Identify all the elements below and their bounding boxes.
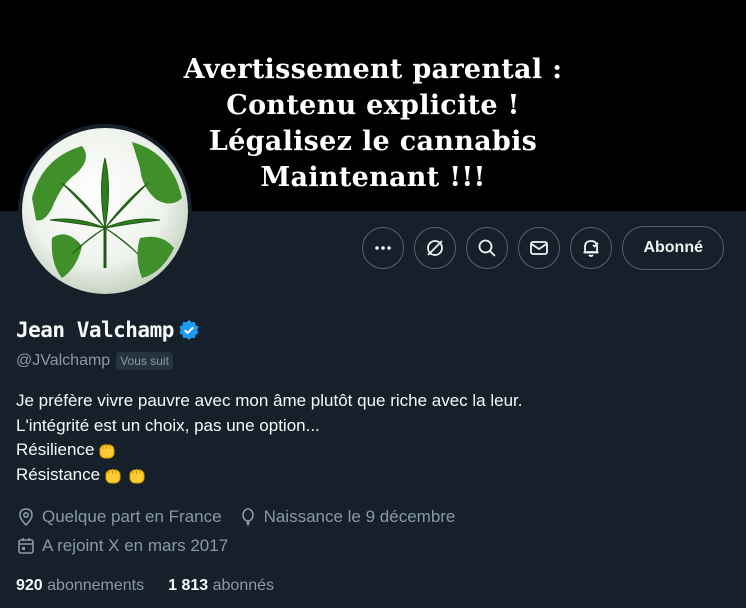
location-pin-icon — [19, 508, 33, 527]
more-button[interactable] — [362, 227, 405, 269]
search-button[interactable] — [466, 227, 509, 269]
bio-line: L'intégrité est un choix, pas une option… — [16, 414, 523, 439]
following-button[interactable]: Abonné — [622, 226, 724, 270]
bio-line: Je préfère vivre pauvre avec mon âme plu… — [16, 389, 523, 414]
follow-stats: 920 abonnements 1 813 abonnés — [16, 577, 298, 595]
profile-meta-row: A rejoint X en mars 2017 — [16, 536, 244, 556]
banner-line: Avertissement parental : — [183, 54, 563, 85]
birthday-text: Naissance le 9 décembre — [263, 507, 456, 526]
following-link[interactable]: 920 abonnements — [16, 577, 144, 595]
raised-fist-icon — [105, 468, 121, 484]
display-name: Jean Valchamp — [16, 318, 174, 342]
verified-badge-icon[interactable] — [178, 319, 200, 341]
message-button[interactable] — [518, 227, 561, 269]
bio-text: L'intégrité est un choix, pas une option… — [16, 415, 320, 435]
notification-button[interactable] — [570, 227, 613, 269]
following-label: abonnements — [47, 577, 145, 594]
calendar-icon — [18, 538, 34, 554]
birthday: Naissance le 9 décembre — [238, 507, 456, 527]
bio-line: Résistance — [16, 463, 523, 488]
followers-link[interactable]: 1 813 abonnés — [168, 577, 274, 595]
more-icon — [375, 246, 392, 250]
joined-text: A rejoint X en mars 2017 — [42, 536, 229, 555]
balloon-icon — [241, 508, 254, 526]
profile-name-row: Jean Valchamp — [16, 318, 200, 342]
followers-count: 1 813 — [168, 577, 209, 594]
location: Quelque part en France — [16, 507, 222, 527]
profile-bio: Je préfère vivre pauvre avec mon âme plu… — [16, 389, 523, 487]
notification-bell-icon — [583, 240, 600, 257]
raised-fist-icon — [99, 444, 115, 459]
avatar[interactable] — [18, 124, 192, 298]
message-icon — [530, 241, 549, 255]
follows-you-badge: Vous suit — [116, 352, 173, 370]
cannabis-globe-icon — [22, 128, 188, 294]
banner-line: Contenu explicite ! — [226, 90, 520, 121]
handle-row: @JValchamp Vous suit — [16, 352, 173, 370]
joined: A rejoint X en mars 2017 — [16, 536, 228, 556]
grok-button[interactable] — [414, 227, 457, 269]
followers-label: abonnés — [212, 577, 275, 594]
following-count: 920 — [16, 577, 43, 594]
location-text: Quelque part en France — [42, 507, 222, 526]
search-icon — [479, 239, 497, 257]
bio-text: Je préfère vivre pauvre avec mon âme plu… — [16, 391, 523, 410]
user-handle: @JValchamp — [16, 352, 111, 369]
profile-meta-row: Quelque part en France Naissance le 9 dé… — [16, 507, 471, 527]
bio-text: Résilience — [16, 440, 95, 459]
bio-text: Résistance — [16, 464, 101, 484]
raised-fist-icon — [129, 468, 145, 484]
grok-icon — [427, 240, 444, 256]
profile-actions: Abonné — [362, 226, 724, 270]
bio-line: Résilience — [16, 438, 523, 463]
